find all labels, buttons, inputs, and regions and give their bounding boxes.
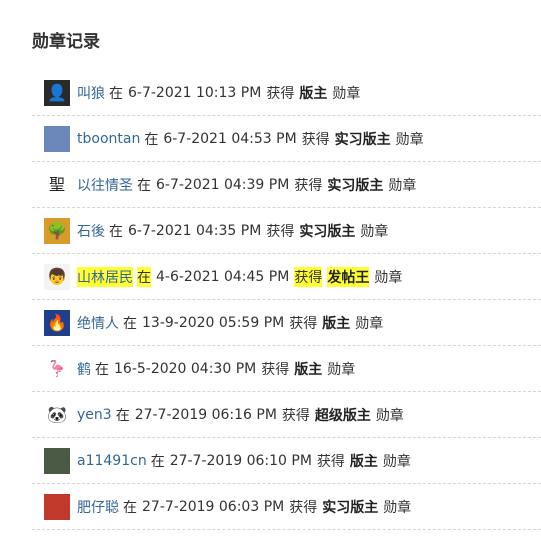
username-link[interactable]: a11491cn: [77, 453, 147, 469]
label-at: 在: [144, 131, 159, 148]
record-timestamp: 6-7-2021 10:13 PM: [128, 84, 262, 101]
medal-name: 发帖王: [327, 266, 370, 287]
label-medal: 勋章: [395, 131, 424, 148]
username-link[interactable]: 鹤: [77, 359, 91, 379]
username-link[interactable]: 以往情圣: [77, 175, 133, 195]
medal-record-row: 👦 山林居民在 4-6-2021 04:45 PM 获得 发帖王 勋章: [32, 254, 541, 300]
medal-name: 实习版主: [327, 177, 384, 194]
medal-name: 版主: [349, 453, 378, 470]
medal-record-row: 🔥 绝情人在 13-9-2020 05:59 PM 获得 版主 勋章: [32, 300, 541, 346]
medal-record-list: 👤 叫狼在 6-7-2021 10:13 PM 获得 版主 勋章 tboontan 在 6-7-…: [32, 70, 541, 530]
record-timestamp: 16-5-2020 04:30 PM: [114, 360, 257, 377]
label-at: 在: [123, 315, 137, 332]
medal-record-row: 聖以往情圣在 6-7-2021 04:39 PM 获得 实习版主 勋章: [32, 162, 541, 208]
medal-record-row: 🦩 鹤在 16-5-2020 04:30 PM 获得 版主 勋章: [32, 346, 541, 392]
label-got: 获得: [261, 361, 290, 378]
record-timestamp: 27-7-2019 06:10 PM: [169, 452, 312, 469]
label-medal: 勋章: [374, 269, 403, 286]
record-timestamp: 27-7-2019 06:03 PM: [142, 498, 285, 515]
label-medal: 勋章: [332, 85, 361, 102]
username-link[interactable]: 山林居民: [77, 266, 133, 287]
medal-name: 版主: [322, 315, 351, 332]
label-got: 获得: [266, 85, 295, 102]
calligraphy-character-avatar[interactable]: 聖: [44, 171, 70, 198]
person-photo-avatar[interactable]: 👤: [44, 79, 70, 106]
record-timestamp: 13-9-2020 05:59 PM: [142, 314, 285, 331]
username-link[interactable]: 绝情人: [77, 313, 119, 333]
label-medal: 勋章: [382, 453, 411, 470]
fire-face-avatar[interactable]: 🔥: [44, 309, 70, 336]
label-got: 获得: [289, 315, 318, 332]
label-at: 在: [137, 177, 151, 194]
username-link[interactable]: yen3: [77, 407, 112, 423]
username-link[interactable]: 石後: [77, 221, 105, 241]
landscape-photo-avatar[interactable]: [44, 125, 70, 152]
label-at: 在: [109, 85, 123, 102]
username-link[interactable]: tboontan: [77, 131, 140, 147]
record-timestamp: 27-7-2019 06:16 PM: [134, 406, 277, 423]
medal-record-row: 🐼 yen3 在 27-7-2019 06:16 PM 获得 超级版主 勋章: [32, 392, 541, 438]
label-medal: 勋章: [355, 315, 384, 332]
medal-name: 实习版主: [299, 223, 356, 240]
medal-name: 版主: [294, 361, 323, 378]
label-medal: 勋章: [375, 407, 404, 424]
label-medal: 勋章: [388, 177, 417, 194]
tree-photo-avatar[interactable]: 🌳: [44, 217, 70, 244]
medal-record-row: 🌳 石後在 6-7-2021 04:35 PM 获得 实习版主 勋章: [32, 208, 541, 254]
cartoon-avatar[interactable]: 🐼: [44, 401, 70, 428]
section-title: 勋章记录: [32, 32, 100, 52]
record-timestamp: 4-6-2021 04:45 PM: [156, 268, 290, 285]
label-at: 在: [115, 407, 130, 424]
label-got: 获得: [301, 131, 330, 148]
label-at: 在: [137, 266, 151, 287]
label-got: 获得: [316, 453, 345, 470]
record-timestamp: 6-7-2021 04:39 PM: [156, 176, 290, 193]
label-medal: 勋章: [383, 499, 412, 516]
username-link[interactable]: 叫狼: [77, 83, 105, 103]
face-avatar[interactable]: 👦: [44, 263, 70, 290]
label-got: 获得: [281, 407, 310, 424]
medal-record-row: tboontan 在 6-7-2021 04:53 PM 获得 实习版主 勋章: [32, 116, 541, 162]
label-medal: 勋章: [360, 223, 389, 240]
record-timestamp: 6-7-2021 04:53 PM: [163, 130, 297, 147]
username-link[interactable]: 肥仔聪: [77, 497, 119, 517]
medal-record-row: a11491cn 在 27-7-2019 06:10 PM 获得 版主 勋章: [32, 438, 541, 484]
medal-name: 实习版主: [322, 499, 379, 516]
sky-photo-avatar[interactable]: [44, 447, 70, 474]
label-got: 获得: [266, 223, 295, 240]
label-at: 在: [123, 499, 137, 516]
medal-name: 版主: [299, 85, 328, 102]
medal-record-row: 👤 叫狼在 6-7-2021 10:13 PM 获得 版主 勋章: [32, 70, 541, 116]
label-at: 在: [150, 453, 165, 470]
crane-drawing-avatar[interactable]: 🦩: [44, 355, 70, 382]
label-at: 在: [95, 361, 109, 378]
label-got: 获得: [294, 266, 323, 287]
label-at: 在: [109, 223, 123, 240]
medal-name: 超级版主: [314, 407, 371, 424]
red-photo-avatar[interactable]: [44, 493, 70, 520]
label-got: 获得: [294, 177, 323, 194]
medal-name: 实习版主: [334, 131, 391, 148]
medal-record-panel: 勋章记录 👤 叫狼在 6-7-2021 10:13 PM 获得 版主 勋章 tboontan…: [0, 0, 541, 556]
label-medal: 勋章: [327, 361, 356, 378]
record-timestamp: 6-7-2021 04:35 PM: [128, 222, 262, 239]
medal-record-row: 肥仔聪在 27-7-2019 06:03 PM 获得 实习版主 勋章: [32, 484, 541, 530]
label-got: 获得: [289, 499, 318, 516]
